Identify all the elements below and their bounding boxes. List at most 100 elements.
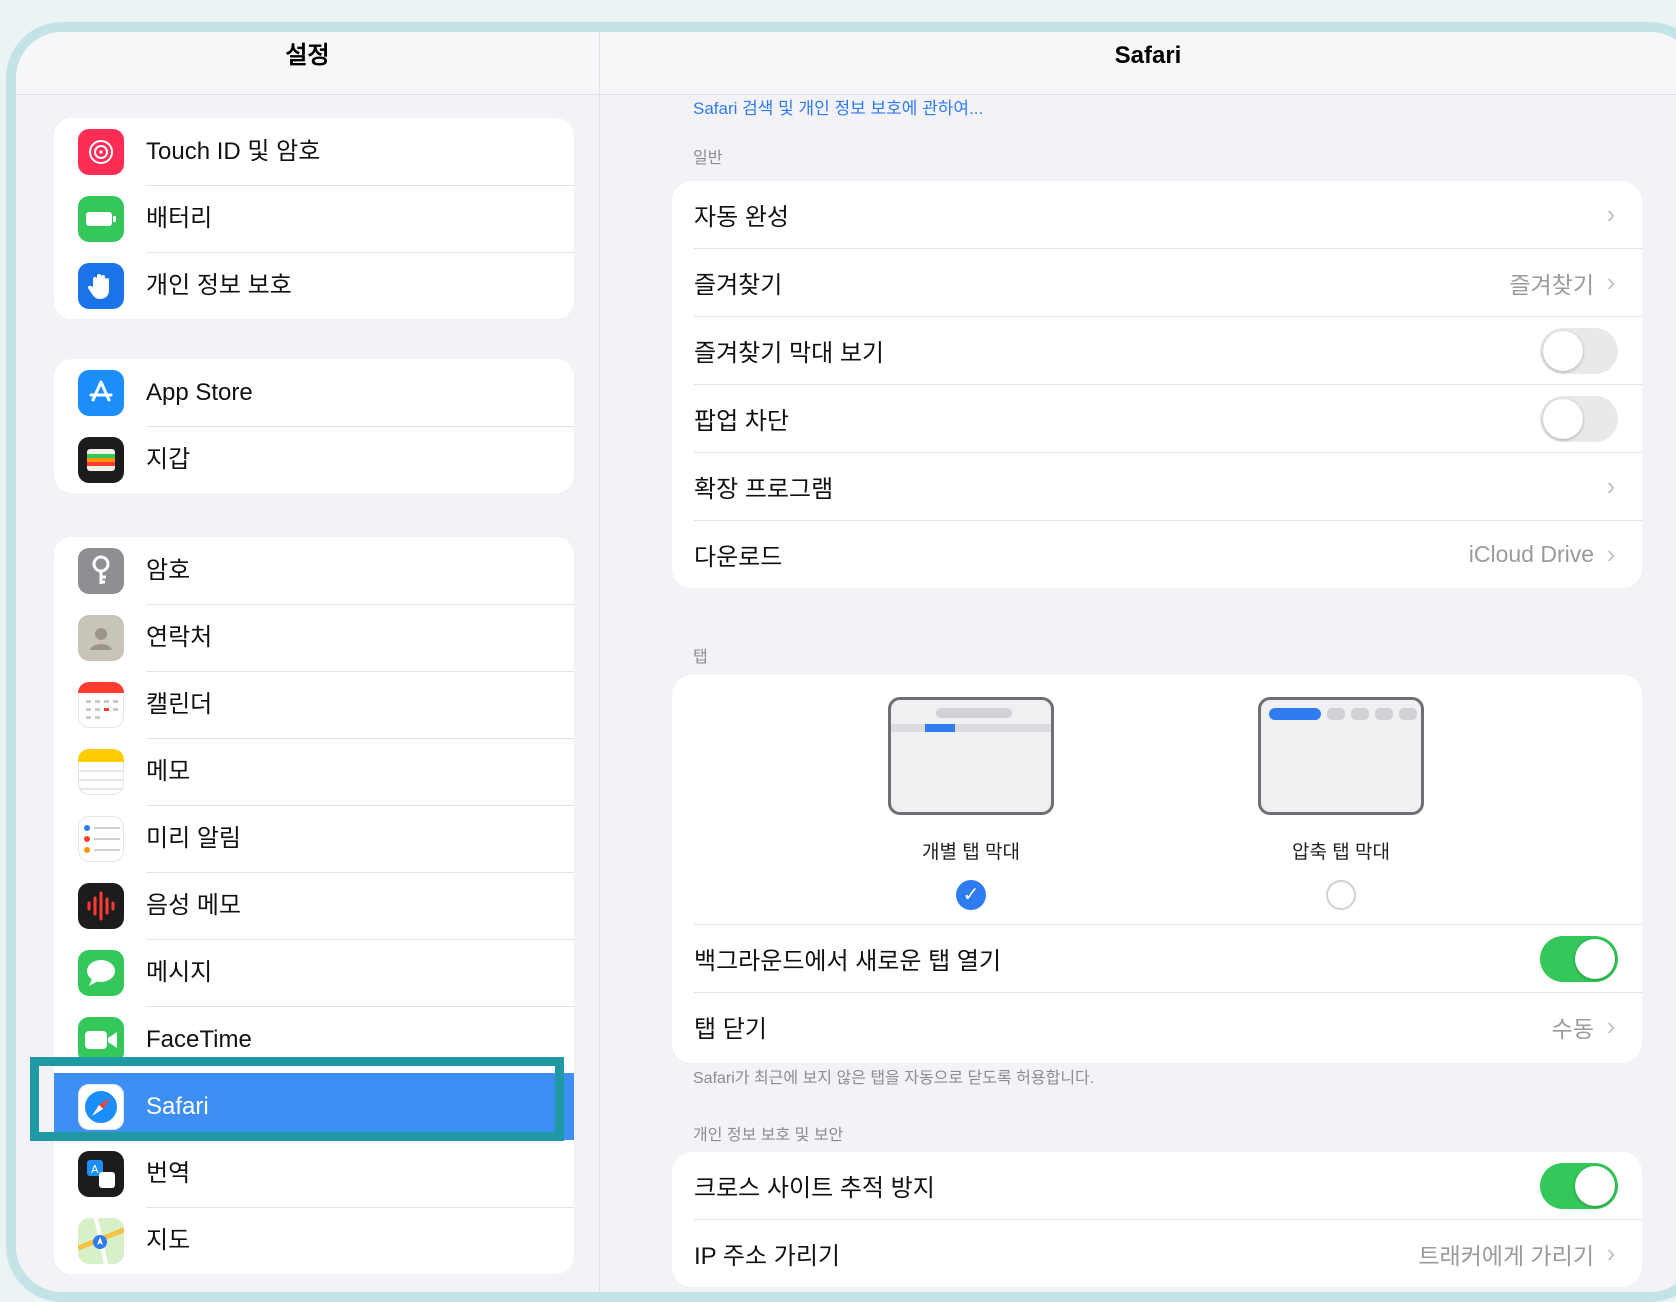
facetime-icon xyxy=(78,1016,124,1063)
sidebar-item-label: Safari xyxy=(146,1093,209,1120)
sidebar-item-notes[interactable]: 메모 xyxy=(54,738,574,806)
compact-tab-bar-preview xyxy=(1258,697,1424,815)
setting-label: IP 주소 가리기 xyxy=(694,1243,840,1270)
sidebar-item-label: 메시지 xyxy=(146,939,574,1007)
sidebar-item-label: FaceTime xyxy=(146,1006,574,1074)
sidebar-item-safari[interactable]: Safari xyxy=(54,1073,574,1140)
compact-tab-bar-radio[interactable] xyxy=(1326,880,1356,910)
tabs-footnote: Safari가 최근에 보지 않은 탭을 자동으로 닫도록 허용합니다. xyxy=(693,1070,1095,1087)
general-section-header: 일반 xyxy=(693,150,723,167)
toggle-knob xyxy=(1543,398,1583,439)
sidebar-item-translate[interactable]: A 번역 xyxy=(54,1140,574,1208)
key-icon xyxy=(78,547,124,594)
sidebar-item-label: 음성 메모 xyxy=(146,872,574,940)
sidebar-item-battery[interactable]: 배터리 xyxy=(54,185,574,253)
sidebar-item-app-store[interactable]: App Store xyxy=(54,359,574,427)
sidebar-title: 설정 xyxy=(16,32,599,95)
sidebar-item-label: App Store xyxy=(146,359,574,427)
translate-icon: A xyxy=(78,1150,124,1197)
general-row-5[interactable]: 확장 프로그램 › xyxy=(694,453,1642,521)
general-row-1[interactable]: 자동 완성 › xyxy=(694,181,1642,249)
chevron-right-icon: › xyxy=(1606,471,1616,501)
detail-title: Safari xyxy=(600,32,1676,95)
toggle-switch[interactable] xyxy=(1540,395,1618,442)
setting-value: iCloud Drive xyxy=(1468,541,1594,567)
sidebar-item-label: 연락처 xyxy=(146,604,574,672)
setting-label: 백그라운드에서 새로운 탭 열기 xyxy=(694,948,1002,975)
toggle-switch[interactable] xyxy=(1540,1162,1618,1209)
sidebar-item-label: Touch ID 및 암호 xyxy=(146,118,574,186)
sidebar-item-label: 배터리 xyxy=(146,185,574,253)
privacy-row-1: 크로스 사이트 추적 방지 xyxy=(694,1152,1642,1220)
sidebar-item-calendar[interactable]: 캘린더 xyxy=(54,671,574,739)
chevron-right-icon: › xyxy=(1606,1011,1616,1041)
svg-text:A: A xyxy=(91,1163,99,1176)
setting-label: 크로스 사이트 추적 방지 xyxy=(694,1175,935,1202)
sidebar-item-wallet[interactable]: 지갑 xyxy=(54,426,574,493)
tabs-row-2[interactable]: 탭 닫기 수동 › xyxy=(694,993,1642,1060)
tabs-section-header: 탭 xyxy=(693,649,708,666)
sidebar-item-key[interactable]: 암호 xyxy=(54,537,574,605)
contacts-icon xyxy=(78,614,124,661)
toggle-knob xyxy=(1575,938,1615,979)
setting-value: 트래커에게 가리기 xyxy=(1418,1242,1594,1269)
sidebar-group-1: Touch ID 및 암호 배터리개인 정보 보호 xyxy=(54,118,574,319)
sidebar-item-messages[interactable]: 메시지 xyxy=(54,939,574,1007)
setting-label: 탭 닫기 xyxy=(694,1016,767,1043)
sidebar-item-contacts[interactable]: 연락처 xyxy=(54,604,574,672)
privacy-settings-group: 크로스 사이트 추적 방지 IP 주소 가리기 트래커에게 가리기 › xyxy=(672,1152,1642,1287)
notes-icon xyxy=(78,748,124,795)
general-settings-group: 자동 완성 › 즐겨찾기 즐겨찾기 › 즐겨찾기 막대 보기 팝업 차단 확장 프로그램 › 다운… xyxy=(672,181,1642,588)
sidebar-item-hand[interactable]: 개인 정보 보호 xyxy=(54,252,574,319)
sidebar-item-label: 개인 정보 보호 xyxy=(146,272,292,299)
setting-label: 팝업 차단 xyxy=(694,408,789,435)
sidebar-item-reminders[interactable]: 미리 알림 xyxy=(54,805,574,873)
safari-privacy-link[interactable]: Safari 검색 및 개인 정보 보호에 관하여... xyxy=(693,94,983,119)
sidebar-item-label: 미리 알림 xyxy=(146,805,574,873)
sidebar-item-voice-memo[interactable]: 음성 메모 xyxy=(54,872,574,940)
general-row-6[interactable]: 다운로드 iCloud Drive › xyxy=(694,521,1642,588)
setting-label: 즐겨찾기 xyxy=(694,272,783,299)
chevron-right-icon: › xyxy=(1606,199,1616,229)
sidebar-item-label: 지갑 xyxy=(146,446,191,473)
sidebar-item-label: 암호 xyxy=(146,537,574,605)
fingerprint-icon xyxy=(78,128,124,175)
voice-memo-icon xyxy=(78,882,124,929)
toggle-switch[interactable] xyxy=(1540,935,1618,982)
sidebar-item-facetime[interactable]: FaceTime xyxy=(54,1006,574,1074)
safari-icon xyxy=(78,1083,124,1130)
separate-tab-bar-preview xyxy=(888,697,1054,815)
toggle-knob xyxy=(1575,1165,1615,1206)
chevron-right-icon: › xyxy=(1606,539,1616,569)
sidebar-item-label: 번역 xyxy=(146,1140,574,1208)
tabs-row-1: 백그라운드에서 새로운 탭 열기 xyxy=(694,925,1642,993)
separate-tab-bar-label: 개별 탭 막대 xyxy=(922,842,1020,863)
general-row-2[interactable]: 즐겨찾기 즐겨찾기 › xyxy=(694,249,1642,317)
sidebar-item-fingerprint[interactable]: Touch ID 및 암호 xyxy=(54,118,574,186)
maps-icon xyxy=(78,1217,124,1264)
reminders-icon xyxy=(78,815,124,862)
sidebar-item-label: 메모 xyxy=(146,738,574,806)
privacy-row-2[interactable]: IP 주소 가리기 트래커에게 가리기 › xyxy=(694,1220,1642,1287)
setting-value: 수동 xyxy=(1551,1015,1594,1042)
settings-sidebar: 설정 Touch ID 및 암호 배터리개인 정보 보호 App Store 지갑암호… xyxy=(16,32,600,1292)
toggle-switch[interactable] xyxy=(1540,327,1618,374)
messages-icon xyxy=(78,949,124,996)
general-row-3: 즐겨찾기 막대 보기 xyxy=(694,317,1642,385)
chevron-right-icon: › xyxy=(1606,1238,1616,1268)
setting-label: 즐겨찾기 막대 보기 xyxy=(694,340,884,367)
sidebar-group-2: App Store 지갑 xyxy=(54,359,574,493)
sidebar-item-label: 캘린더 xyxy=(146,671,574,739)
setting-label: 자동 완성 xyxy=(694,204,789,231)
tabs-settings-group: 개별 탭 막대 ✓ 압축 탭 막대 백그라운드에서 새로운 탭 열기탭 닫기 수동… xyxy=(672,675,1642,1063)
battery-icon xyxy=(78,195,124,242)
separate-tab-bar-option[interactable]: 개별 탭 막대 ✓ xyxy=(888,697,1054,910)
hand-icon xyxy=(78,262,124,309)
setting-label: 다운로드 xyxy=(694,544,783,571)
wallet-icon xyxy=(78,436,124,483)
privacy-section-header: 개인 정보 보호 및 보안 xyxy=(693,1127,844,1144)
sidebar-group-3: 암호 연락처 캘린더 메모 미리 알림 음성 메모 메시지 FaceTime Safari A 번역… xyxy=(54,537,574,1274)
separate-tab-bar-radio[interactable]: ✓ xyxy=(956,880,986,910)
chevron-right-icon: › xyxy=(1606,267,1616,297)
compact-tab-bar-option[interactable]: 압축 탭 막대 xyxy=(1258,697,1424,910)
